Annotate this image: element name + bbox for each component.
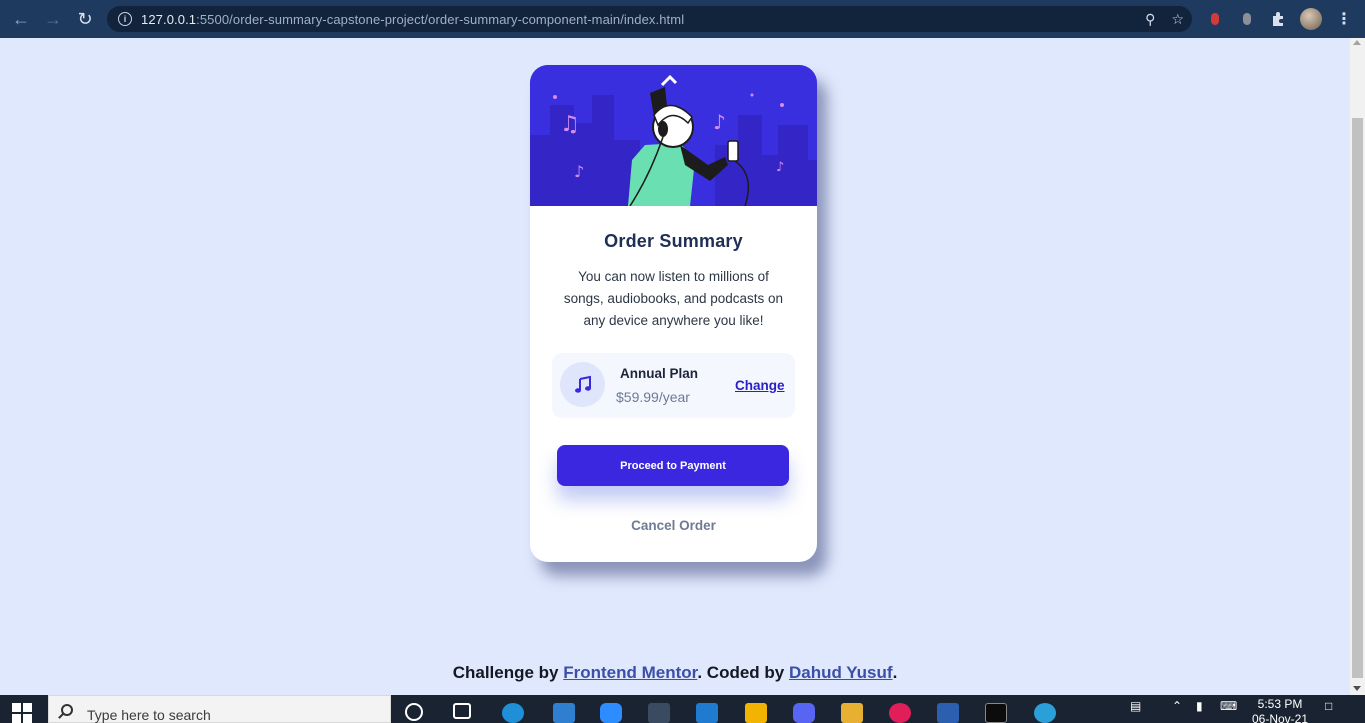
attribution-prefix: Challenge by <box>452 663 564 682</box>
news-icon[interactable]: ▤ <box>1130 699 1141 713</box>
card-title: Order Summary <box>604 231 743 251</box>
windows-taskbar: Type here to search ▤ ⌃ ▮ ⌨ 5:53 PM 06-N… <box>0 695 1365 723</box>
extensions-puzzle-icon[interactable] <box>1268 9 1288 29</box>
forward-button[interactable]: → <box>38 4 68 34</box>
music-note-icon <box>560 362 605 407</box>
windows-start-icon[interactable] <box>12 703 32 723</box>
zoom-app-icon[interactable] <box>600 703 622 723</box>
scroll-up-arrow-icon[interactable] <box>1353 40 1361 45</box>
cortana-icon[interactable] <box>405 703 423 721</box>
slack-icon[interactable] <box>889 703 911 723</box>
attribution-suffix: . <box>892 663 898 682</box>
extension-red-icon[interactable] <box>1205 9 1225 29</box>
tray-chevron-up-icon[interactable]: ⌃ <box>1172 699 1182 713</box>
clock-time: 5:53 PM <box>1257 697 1303 711</box>
cancel-order-button[interactable]: Cancel Order <box>530 518 817 533</box>
plan-name: Annual Plan <box>620 366 699 381</box>
svg-text:♪: ♪ <box>713 110 726 134</box>
terminal-icon[interactable] <box>985 703 1007 723</box>
google-drive-icon[interactable] <box>745 703 767 723</box>
author-link[interactable]: Dahud Yusuf <box>789 663 893 682</box>
profile-avatar[interactable] <box>1300 8 1322 30</box>
scroll-down-arrow-icon[interactable] <box>1353 686 1361 691</box>
extension-gray-icon[interactable] <box>1237 9 1257 29</box>
card-description: You can now listen to millions of songs,… <box>563 269 784 328</box>
change-plan-link[interactable]: Change <box>735 378 785 393</box>
plan-price: $59.99/year <box>616 389 690 405</box>
edge-icon[interactable] <box>502 703 524 723</box>
chrome-icon[interactable] <box>648 703 670 723</box>
menu-kebab-icon[interactable]: ⋮ <box>1336 9 1352 29</box>
search-icon <box>61 704 73 716</box>
taskbar-clock[interactable]: 5:53 PM 06-Nov-21 <box>1250 697 1310 723</box>
proceed-to-payment-button[interactable]: Proceed to Payment <box>557 445 789 486</box>
battery-icon[interactable]: ▮ <box>1196 699 1203 713</box>
browser-toolbar: ← → ↻ i 127.0.0.1:5500/order-summary-cap… <box>0 0 1365 38</box>
notifications-icon[interactable]: □ <box>1325 699 1332 713</box>
search-placeholder: Type here to search <box>87 707 211 723</box>
task-view-icon[interactable] <box>453 703 471 719</box>
plan-box: Annual Plan $59.99/year Change <box>552 353 795 418</box>
scroll-thumb[interactable] <box>1352 118 1363 678</box>
taskbar-search-box[interactable]: Type here to search <box>48 695 391 723</box>
zoom-icon[interactable]: ⚲ <box>1145 11 1155 28</box>
hero-illustration: ♫ ♪ ♪ ♪ <box>530 65 817 206</box>
svg-text:♪: ♪ <box>574 162 584 181</box>
url-text: 127.0.0.1:5500/order-summary-capstone-pr… <box>141 11 685 27</box>
vscode-icon[interactable] <box>696 703 718 723</box>
reload-button[interactable]: ↻ <box>70 4 100 34</box>
svg-text:♫: ♫ <box>560 112 580 137</box>
address-bar[interactable]: i 127.0.0.1:5500/order-summary-capstone-… <box>107 6 1192 32</box>
keyboard-icon[interactable]: ⌨ <box>1220 699 1237 713</box>
settings-gear-icon[interactable] <box>1034 703 1056 723</box>
page-scrollbar[interactable] <box>1350 38 1365 695</box>
file-explorer-icon[interactable] <box>841 703 863 723</box>
attribution-middle: . Coded by <box>697 663 789 682</box>
azure-icon[interactable] <box>553 703 575 723</box>
word-icon[interactable] <box>937 703 959 723</box>
svg-text:♪: ♪ <box>776 160 784 175</box>
frontend-mentor-link[interactable]: Frontend Mentor <box>563 663 697 682</box>
discord-icon[interactable] <box>793 703 815 723</box>
clock-date: 06-Nov-21 <box>1251 712 1309 723</box>
site-info-icon[interactable]: i <box>118 12 132 26</box>
order-summary-card: ♫ ♪ ♪ ♪ Order Summary You can now listen… <box>530 65 817 562</box>
attribution-footer: Challenge by Frontend Mentor. Coded by D… <box>0 663 1350 683</box>
bookmark-star-icon[interactable]: ☆ <box>1171 11 1184 28</box>
back-button[interactable]: ← <box>6 4 36 34</box>
